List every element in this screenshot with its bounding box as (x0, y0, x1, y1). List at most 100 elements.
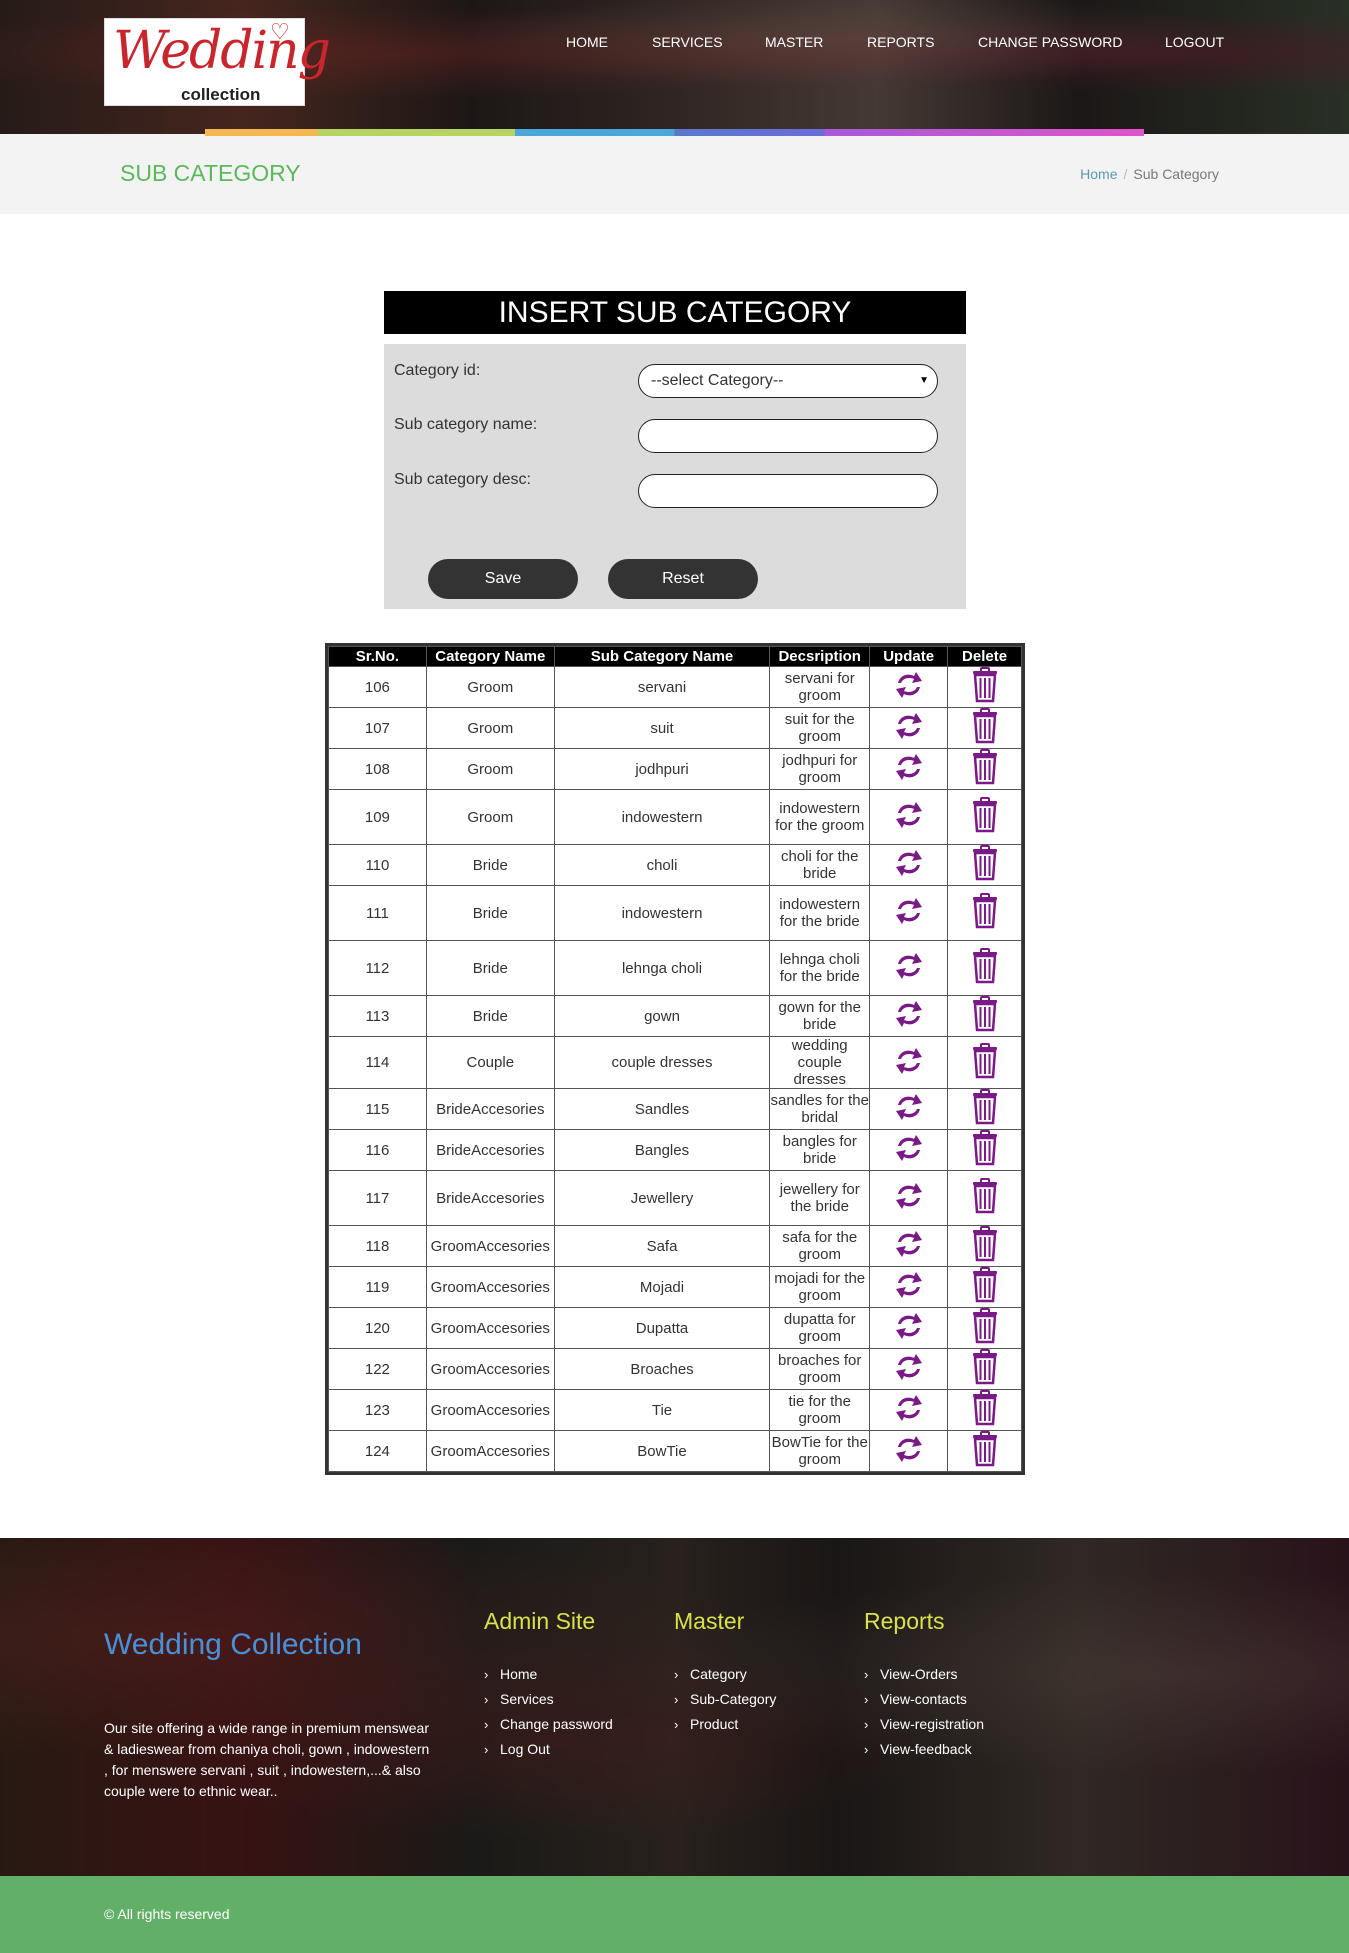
breadcrumb-home[interactable]: Home (1080, 166, 1117, 182)
cell-category: Bride (425, 995, 555, 1037)
footer-link-view-feedback[interactable]: › View-feedback (864, 1741, 984, 1766)
trash-icon[interactable] (971, 1390, 999, 1430)
table-row: 114 Couple couple dresses wedding couple dr… (328, 1036, 1022, 1089)
cell-description: sandles for the bridal (769, 1088, 871, 1130)
update-icon[interactable] (894, 950, 924, 986)
trash-icon[interactable] (971, 1089, 999, 1129)
update-icon[interactable] (894, 1180, 924, 1216)
update-icon[interactable] (894, 1132, 924, 1168)
sub-category-name-input[interactable] (638, 419, 938, 453)
cell-sub-category: Jewellery (553, 1170, 771, 1226)
update-icon[interactable] (894, 847, 924, 883)
cell-category: BrideAccesories (425, 1129, 555, 1171)
trash-icon[interactable] (971, 1431, 999, 1471)
cell-category: GroomAccesories (425, 1225, 555, 1267)
cell-srno: 119 (328, 1266, 427, 1308)
logo-subtext: collection (181, 85, 261, 104)
footer-link-change-password[interactable]: › Change password (484, 1716, 613, 1741)
category-select[interactable]: --select Category-- ▼ (638, 364, 938, 398)
delete-cell (947, 1225, 1022, 1267)
chevron-right-icon: › (864, 1717, 869, 1732)
trash-icon[interactable] (971, 1349, 999, 1389)
trash-icon[interactable] (971, 1267, 999, 1307)
trash-icon[interactable] (971, 1226, 999, 1266)
category-select-value: --select Category-- (651, 372, 784, 389)
nav-master[interactable]: MASTER (765, 34, 823, 50)
update-icon[interactable] (894, 799, 924, 835)
chevron-right-icon: › (864, 1692, 869, 1707)
footer-link-view-contacts[interactable]: › View-contacts (864, 1691, 984, 1716)
nav-services[interactable]: SERVICES (652, 34, 723, 50)
footer-link-label: Category (690, 1666, 747, 1682)
update-icon[interactable] (894, 1351, 924, 1387)
table-row: 109 Groom indowestern indowestern for the g… (328, 789, 1022, 845)
copyright-bar: © All rights reserved (0, 1876, 1349, 1953)
delete-cell (947, 1307, 1022, 1349)
update-cell (869, 885, 949, 941)
save-button[interactable]: Save (428, 559, 578, 599)
trash-icon[interactable] (971, 845, 999, 885)
table-row: 107 Groom suit suit for the groom (328, 707, 1022, 749)
table-row: 123 GroomAccesories Tie tie for the groom (328, 1389, 1022, 1431)
nav-reports[interactable]: REPORTS (867, 34, 934, 50)
update-icon[interactable] (894, 1045, 924, 1081)
site-logo[interactable]: Wedding ♡ collection (104, 18, 331, 106)
footer-link-logout[interactable]: › Log Out (484, 1741, 613, 1766)
cell-sub-category: jodhpuri (553, 748, 771, 790)
footer-link-sub-category[interactable]: › Sub-Category (674, 1691, 776, 1716)
update-icon[interactable] (894, 1392, 924, 1428)
delete-cell (947, 885, 1022, 941)
footer-link-product[interactable]: › Product (674, 1716, 776, 1741)
footer-link-services[interactable]: › Services (484, 1691, 613, 1716)
trash-icon[interactable] (971, 1130, 999, 1170)
sub-category-desc-input[interactable] (638, 474, 938, 508)
trash-icon[interactable] (971, 708, 999, 748)
update-icon[interactable] (894, 710, 924, 746)
main-nav: HOME SERVICES MASTER REPORTS CHANGE PASS… (0, 34, 1349, 54)
trash-icon[interactable] (971, 1178, 999, 1218)
trash-icon[interactable] (971, 749, 999, 789)
table-row: 110 Bride choli choli for the bride (328, 844, 1022, 886)
update-cell (869, 940, 949, 996)
col-header-delete: Delete (947, 646, 1022, 667)
cell-description: bangles for bride (769, 1129, 871, 1171)
update-icon[interactable] (894, 751, 924, 787)
trash-icon[interactable] (971, 996, 999, 1036)
table-row: 106 Groom servani servani for groom (328, 666, 1022, 708)
footer-link-category[interactable]: › Category (674, 1666, 776, 1691)
footer-link-label: Home (500, 1666, 538, 1682)
cell-description: indowestern for the groom (769, 789, 871, 845)
update-cell (869, 789, 949, 845)
delete-cell (947, 789, 1022, 845)
update-icon[interactable] (894, 1310, 924, 1346)
cell-category: GroomAccesories (425, 1266, 555, 1308)
cell-description: broaches for groom (769, 1348, 871, 1390)
trash-icon[interactable] (971, 948, 999, 988)
cell-sub-category: choli (553, 844, 771, 886)
trash-icon[interactable] (971, 1308, 999, 1348)
table-row: 117 BrideAccesories Jewellery jewellery for… (328, 1170, 1022, 1226)
cell-sub-category: Safa (553, 1225, 771, 1267)
reset-button[interactable]: Reset (608, 559, 758, 599)
update-icon[interactable] (894, 1091, 924, 1127)
trash-icon[interactable] (971, 1042, 999, 1083)
delete-cell (947, 1088, 1022, 1130)
update-icon[interactable] (894, 1269, 924, 1305)
update-icon[interactable] (894, 1228, 924, 1264)
update-cell (869, 995, 949, 1037)
update-icon[interactable] (894, 895, 924, 931)
trash-icon[interactable] (971, 797, 999, 837)
trash-icon[interactable] (971, 667, 999, 707)
nav-home[interactable]: HOME (566, 34, 608, 50)
sub-category-table: Sr.No. Category Name Sub Category Name D… (325, 643, 1025, 1475)
footer-link-home[interactable]: › Home (484, 1666, 613, 1691)
trash-icon[interactable] (971, 893, 999, 933)
update-icon[interactable] (894, 669, 924, 705)
nav-change-password[interactable]: CHANGE PASSWORD (978, 34, 1122, 50)
update-icon[interactable] (894, 998, 924, 1034)
update-icon[interactable] (894, 1433, 924, 1469)
footer-link-view-orders[interactable]: › View-Orders (864, 1666, 984, 1691)
nav-logout[interactable]: LOGOUT (1165, 34, 1224, 50)
footer-link-view-registration[interactable]: › View-registration (864, 1716, 984, 1741)
footer-about: Our site offering a wide range in premiu… (104, 1720, 430, 1799)
